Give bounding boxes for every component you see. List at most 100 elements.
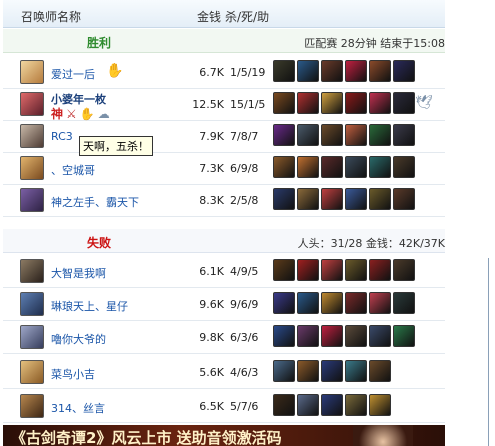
item-icon[interactable]	[369, 292, 391, 314]
item-icon[interactable]	[321, 394, 343, 416]
item-icon[interactable]	[393, 156, 415, 178]
champion-avatar[interactable]	[20, 360, 44, 384]
champion-avatar[interactable]	[20, 292, 44, 316]
item-icon[interactable]	[393, 259, 415, 281]
item-icon[interactable]	[393, 188, 415, 210]
champion-avatar[interactable]	[20, 156, 44, 180]
item-icon[interactable]	[393, 124, 415, 146]
item-icon[interactable]	[273, 360, 295, 382]
player-name[interactable]: 爱过一后	[51, 66, 95, 82]
item-icon[interactable]	[273, 259, 295, 281]
item-icon[interactable]	[369, 394, 391, 416]
item-icon[interactable]	[369, 60, 391, 82]
player-name[interactable]: 神之左手、霸天下	[51, 194, 139, 210]
item-icon[interactable]	[297, 60, 319, 82]
item-icon[interactable]	[321, 156, 343, 178]
player-row[interactable]: RC3 7.9K 7/8/7	[3, 121, 445, 153]
champion-avatar[interactable]	[20, 60, 44, 84]
item-icon[interactable]	[393, 292, 415, 314]
match-info: 匹配赛 28分钟 结束于15:08	[304, 37, 445, 50]
player-kda: 1/5/19	[230, 66, 266, 79]
item-icon[interactable]	[369, 325, 391, 347]
item-icon[interactable]	[297, 259, 319, 281]
item-icon[interactable]	[321, 360, 343, 382]
item-icon[interactable]	[345, 188, 367, 210]
player-name[interactable]: 、空城哥	[51, 162, 95, 178]
item-icon[interactable]	[345, 124, 367, 146]
item-icon[interactable]	[273, 394, 295, 416]
item-icon[interactable]	[297, 360, 319, 382]
item-icon[interactable]	[321, 124, 343, 146]
item-icon[interactable]	[393, 92, 415, 114]
item-list	[273, 92, 417, 118]
item-icon[interactable]	[345, 92, 367, 114]
ad-banner[interactable]: 《古剑奇谭2》风云上市 送助音领激活码	[3, 425, 445, 446]
player-name[interactable]: 琳琅天上、星仔	[51, 298, 128, 314]
item-icon[interactable]	[369, 360, 391, 382]
item-icon[interactable]	[297, 124, 319, 146]
item-icon[interactable]	[345, 325, 367, 347]
item-icon[interactable]	[321, 325, 343, 347]
item-icon[interactable]	[345, 394, 367, 416]
item-icon[interactable]	[273, 124, 295, 146]
player-row[interactable]: 314、丝言 6.5K 5/7/6	[3, 391, 445, 423]
player-name[interactable]: 大智是我啊	[51, 265, 106, 281]
item-icon[interactable]	[297, 292, 319, 314]
player-name[interactable]: 菜鸟小吉	[51, 366, 95, 382]
item-icon[interactable]	[297, 92, 319, 114]
item-icon[interactable]	[369, 259, 391, 281]
item-icon[interactable]	[393, 325, 415, 347]
item-icon[interactable]	[273, 92, 295, 114]
header-name: 召唤师名称	[21, 10, 82, 24]
hand-icon: ✋	[106, 63, 124, 79]
banner-text[interactable]: 《古剑奇谭2》风云上市 送助音领激活码	[11, 427, 282, 446]
player-row[interactable]: 琳琅天上、星仔 9.6K 9/6/9	[3, 289, 445, 321]
item-icon[interactable]	[273, 325, 295, 347]
player-row[interactable]: 大智是我啊 6.1K 4/9/5	[3, 256, 445, 288]
item-list	[273, 325, 417, 351]
player-row[interactable]: 小婆年一枚 神 ⚔ ✋ ☁ 12.5K 15/1/5 🕊	[3, 89, 445, 121]
player-row[interactable]: 爱过一后 ✋ 6.7K 1/5/19	[3, 57, 445, 89]
player-name[interactable]: 嚕你大爷的	[51, 331, 106, 347]
champion-avatar[interactable]	[20, 394, 44, 418]
item-icon[interactable]	[273, 188, 295, 210]
item-icon[interactable]	[345, 60, 367, 82]
item-icon[interactable]	[369, 92, 391, 114]
player-row[interactable]: 嚕你大爷的 9.8K 6/3/6	[3, 322, 445, 354]
item-icon[interactable]	[345, 360, 367, 382]
item-icon[interactable]	[345, 292, 367, 314]
item-icon[interactable]	[297, 394, 319, 416]
champion-avatar[interactable]	[20, 92, 44, 116]
item-icon[interactable]	[321, 292, 343, 314]
player-row[interactable]: 菜鸟小吉 5.6K 4/6/3	[3, 357, 445, 389]
player-name[interactable]: RC3	[51, 130, 73, 143]
item-icon[interactable]	[273, 292, 295, 314]
item-icon[interactable]	[321, 188, 343, 210]
player-gold: 5.6K	[199, 366, 224, 379]
item-icon[interactable]	[345, 156, 367, 178]
player-name[interactable]: 314、丝言	[51, 400, 105, 416]
item-icon[interactable]	[321, 60, 343, 82]
champion-avatar[interactable]	[20, 259, 44, 283]
champion-avatar[interactable]	[20, 325, 44, 349]
item-icon[interactable]	[321, 259, 343, 281]
item-icon[interactable]	[297, 188, 319, 210]
champion-avatar[interactable]	[20, 188, 44, 212]
item-icon[interactable]	[273, 60, 295, 82]
item-icon[interactable]	[273, 156, 295, 178]
god-badge: 神	[51, 107, 64, 121]
player-kda: 7/8/7	[230, 130, 259, 143]
item-icon[interactable]	[369, 156, 391, 178]
item-icon[interactable]	[369, 188, 391, 210]
item-icon[interactable]	[393, 60, 415, 82]
item-icon[interactable]	[297, 156, 319, 178]
player-row[interactable]: 、空城哥 7.3K 6/9/8	[3, 153, 445, 185]
item-icon[interactable]	[369, 124, 391, 146]
player-row[interactable]: 神之左手、霸天下 8.3K 2/5/8	[3, 185, 445, 217]
item-icon[interactable]	[321, 92, 343, 114]
table-header: 召唤师名称 金钱 杀/死/助	[3, 0, 445, 28]
item-list	[273, 124, 417, 150]
item-icon[interactable]	[297, 325, 319, 347]
champion-avatar[interactable]	[20, 124, 44, 148]
item-icon[interactable]	[345, 259, 367, 281]
